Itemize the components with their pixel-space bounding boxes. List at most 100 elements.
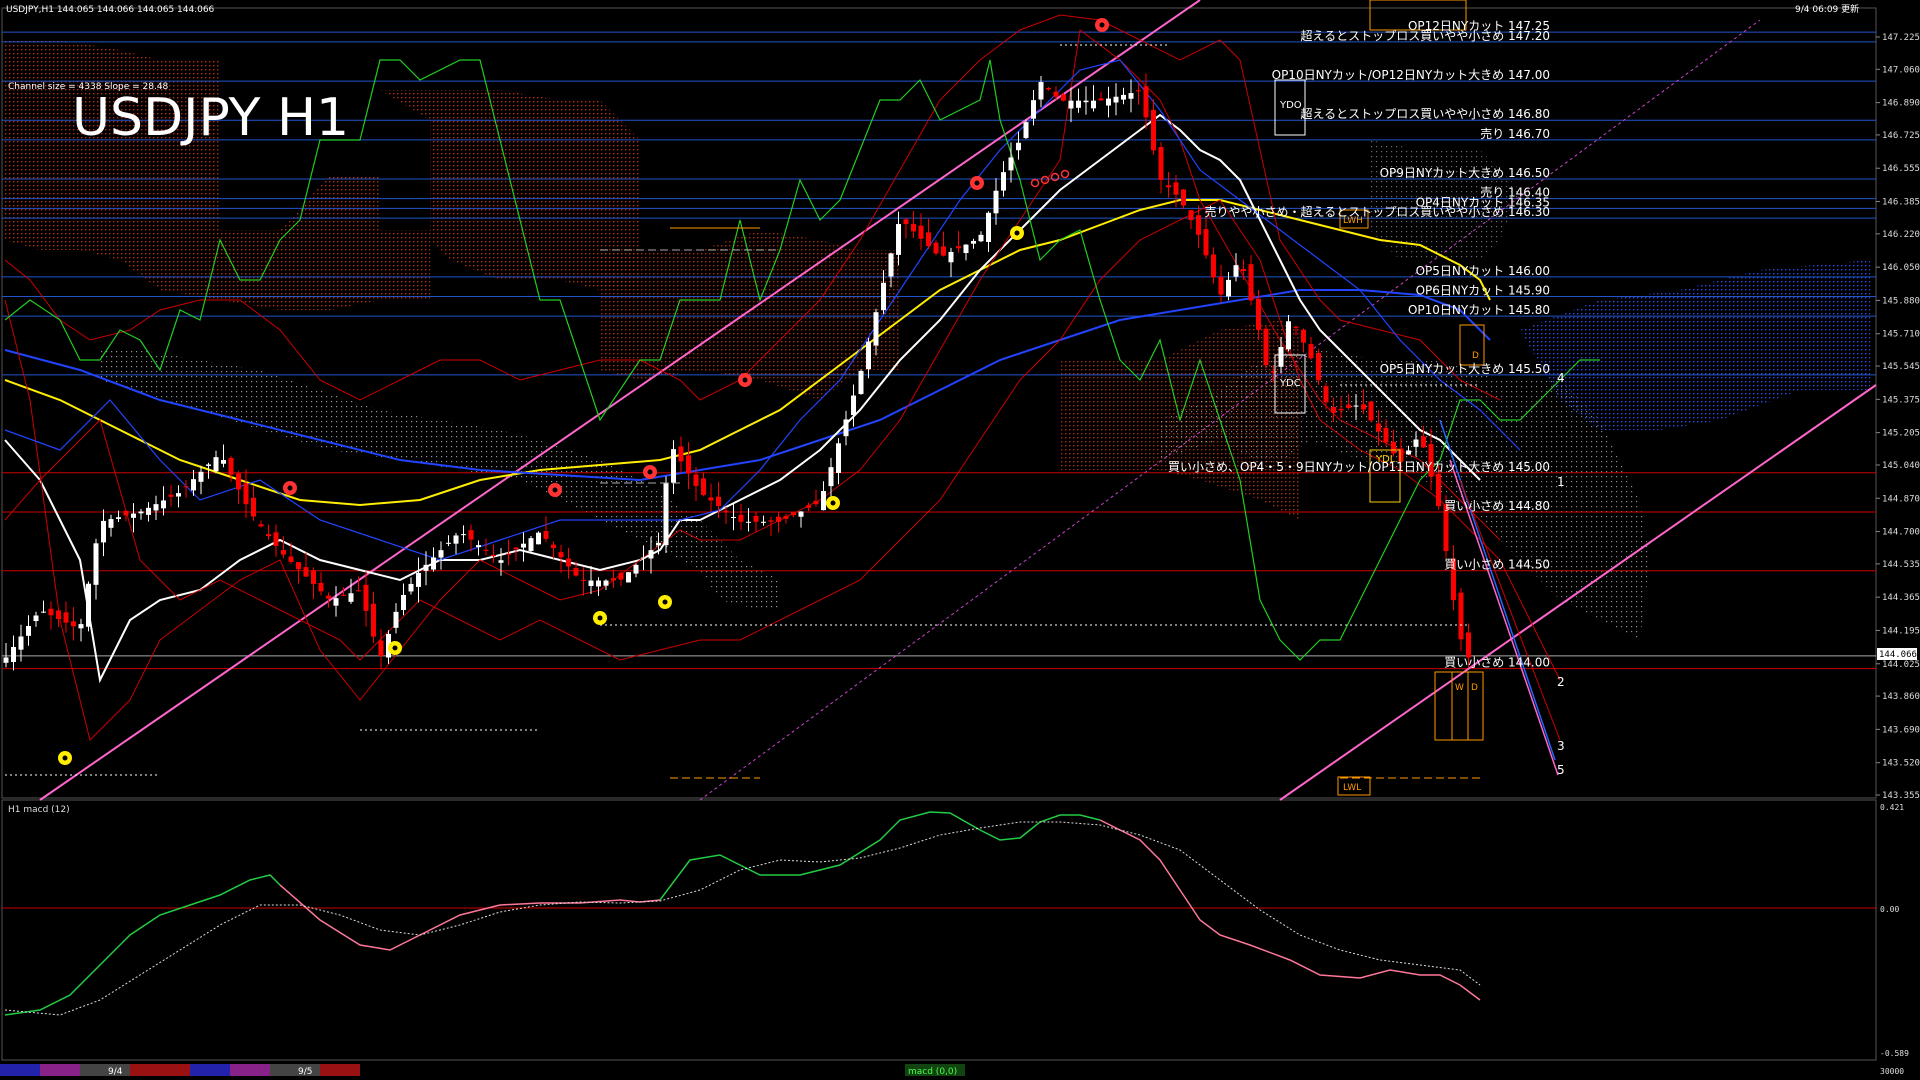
candle (941, 231, 946, 257)
wave-label-4: 4 (1557, 371, 1565, 385)
candle (536, 531, 541, 545)
candle (1083, 86, 1089, 115)
candle (641, 545, 646, 571)
candle (693, 466, 699, 501)
candle (221, 444, 226, 468)
candle (86, 581, 91, 632)
price-tick-label: 144.365 (1882, 593, 1920, 603)
candle (971, 238, 976, 249)
candle (791, 512, 796, 518)
candle (461, 525, 466, 544)
candle (843, 410, 849, 446)
chart-canvas[interactable]: YDO YDC YDL LWH LWL W D D OP12日NYカット 147… (0, 0, 1920, 1080)
candle (131, 503, 136, 533)
price-tick-label: 145.545 (1882, 362, 1920, 372)
candle (183, 480, 189, 498)
bottom-bar[interactable]: 9/4 9/5 macd (0,0) (0, 1064, 965, 1077)
candle (1248, 255, 1254, 306)
candle (611, 569, 616, 589)
macd-label: H1 macd (12) (8, 805, 70, 815)
macd-bottom-value: 30000 (1880, 1067, 1904, 1076)
level-label: OP10日NYカット 145.80 (1408, 303, 1550, 317)
macd-axis-bottom: -0.589 (1880, 1049, 1909, 1058)
svg-text:LWL: LWL (1343, 783, 1361, 793)
candle (768, 516, 774, 536)
candle (63, 601, 69, 633)
level-label: 超えるとストップロス買いやや小さめ 147.20 (1301, 28, 1550, 43)
candle (918, 213, 924, 251)
level-label: 買い小さめ 144.00 (1444, 656, 1550, 670)
candle (296, 562, 301, 584)
candle (468, 524, 474, 552)
candle (26, 615, 31, 646)
price-tick-label: 143.520 (1882, 759, 1920, 769)
date-label-1: 9/4 (108, 1067, 123, 1077)
price-tick-label: 147.225 (1882, 33, 1920, 43)
macd-axis-zero: 0.00 (1880, 905, 1899, 914)
level-label: 買い小さめ、OP4・5・9日NYカット/OP11日NYカット大きめ 145.00 (1168, 460, 1550, 474)
candle (626, 572, 631, 583)
candle (783, 514, 789, 524)
candle (258, 520, 264, 528)
candle (378, 629, 384, 670)
price-axis: 147.225 147.060 146.890 146.725 146.555 146.3… (1876, 33, 1920, 801)
candle (1166, 172, 1171, 198)
price-tick-label: 145.040 (1882, 461, 1920, 471)
price-tick-label: 143.860 (1882, 692, 1920, 702)
candle (1286, 315, 1291, 352)
candle (551, 541, 556, 559)
candle (363, 571, 369, 627)
candle (521, 532, 526, 562)
candle (78, 618, 84, 642)
candle (633, 563, 639, 578)
price-tick-label: 146.725 (1882, 131, 1920, 141)
candle (903, 217, 909, 239)
candle (671, 440, 676, 494)
price-tick-label: 145.205 (1882, 429, 1920, 439)
svg-text:D: D (1472, 351, 1479, 361)
candle (11, 635, 16, 671)
candle (948, 247, 954, 278)
candle (581, 567, 586, 596)
svg-text:144.066: 144.066 (1879, 650, 1917, 660)
level-label: OP6日NYカット 145.90 (1416, 284, 1550, 298)
candle (1218, 265, 1224, 303)
candle (311, 567, 316, 600)
candle (1368, 401, 1374, 423)
price-tick-label: 144.870 (1882, 494, 1920, 504)
candle (1106, 86, 1111, 118)
candle (1151, 99, 1156, 155)
candle (146, 502, 151, 522)
candle (1203, 216, 1209, 259)
candle (926, 218, 931, 250)
candle (761, 515, 766, 526)
macd-plot-border (1, 799, 1877, 1061)
price-tick-label: 146.220 (1882, 230, 1920, 240)
candle (161, 486, 166, 516)
candle (798, 511, 804, 528)
candle (198, 465, 204, 495)
level-label: OP9日NYカット大きめ 146.50 (1380, 166, 1550, 180)
level-label: 超えるとストップロス買いやや小さめ 146.80 (1301, 106, 1550, 121)
level-label: 売り 146.70 (1480, 126, 1550, 141)
candle (446, 535, 451, 547)
price-tick-label: 146.555 (1882, 164, 1920, 174)
macd-axis-top: 0.421 (1880, 803, 1904, 812)
price-tick-label: 144.700 (1882, 528, 1920, 538)
candle (71, 607, 76, 641)
candle (1458, 587, 1464, 651)
candle (1091, 85, 1096, 112)
candle (93, 538, 99, 600)
candle (1016, 131, 1021, 160)
candle (686, 442, 691, 490)
candle (1188, 209, 1194, 230)
wave-label-5: 5 (1557, 763, 1565, 777)
candle (453, 532, 459, 555)
candle (1451, 545, 1456, 611)
price-tick-label: 146.050 (1882, 263, 1920, 273)
candle (1098, 91, 1104, 101)
price-tick-label: 144.195 (1882, 626, 1920, 636)
chart-window[interactable]: YDO YDC YDL LWH LWL W D D OP12日NYカット 147… (0, 0, 1920, 1080)
candle (806, 502, 811, 512)
candle (956, 231, 961, 253)
